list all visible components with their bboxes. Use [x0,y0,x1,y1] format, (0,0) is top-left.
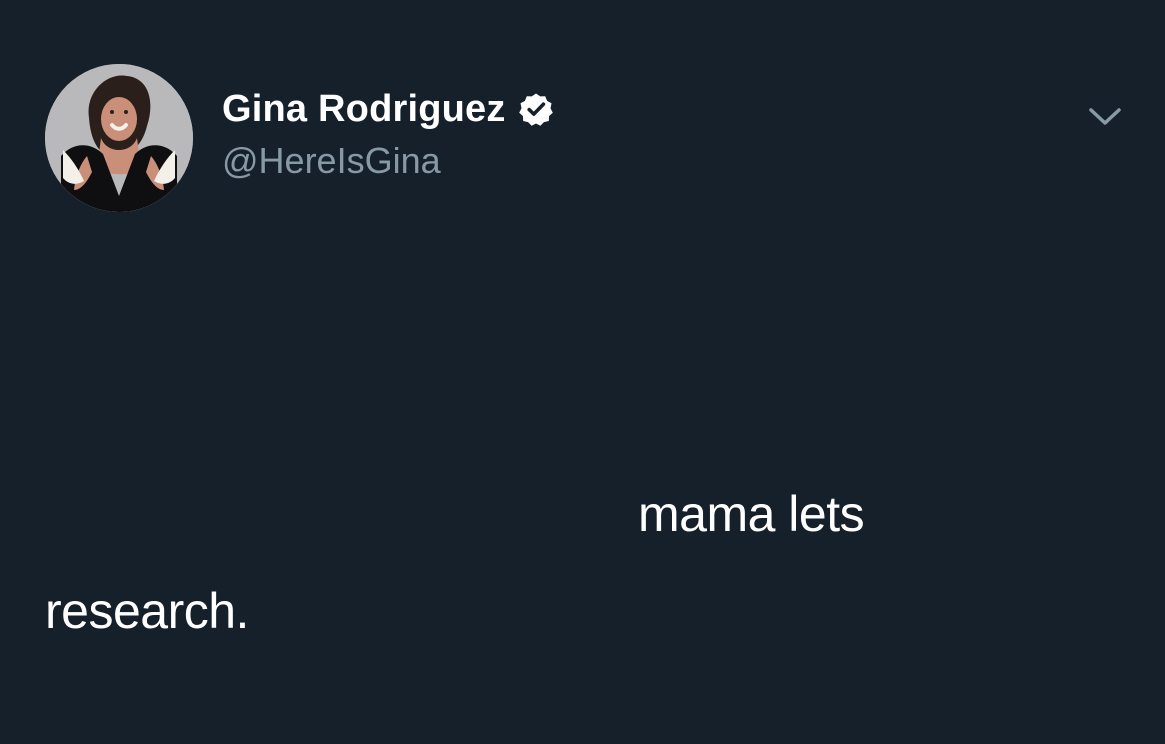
tweet-card: Gina Rodriguez @HereIsGina mama lets res… [0,0,1165,744]
tweet-text-line-1: mama lets [638,486,865,542]
tweet-text-line-2: research. [45,583,249,639]
tweet-text: mama lets research. [0,0,1165,744]
